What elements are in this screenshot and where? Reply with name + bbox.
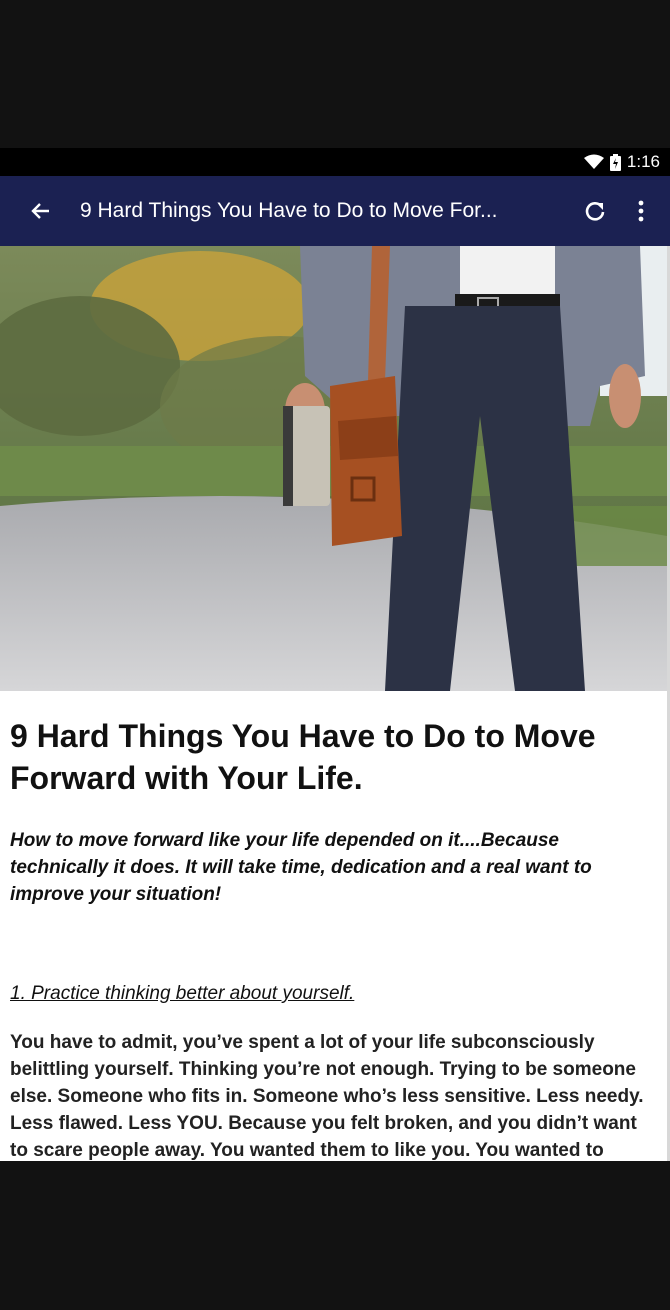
overflow-menu-button[interactable] bbox=[618, 176, 664, 246]
article-body: 9 Hard Things You Have to Do to Move For… bbox=[0, 715, 667, 1161]
app-bar: 9 Hard Things You Have to Do to Move For… bbox=[0, 176, 670, 246]
back-button[interactable] bbox=[0, 176, 80, 246]
status-bar: 1:16 bbox=[0, 148, 670, 176]
app-bar-title: 9 Hard Things You Have to Do to Move For… bbox=[80, 199, 498, 222]
bottom-letterbox bbox=[0, 1161, 670, 1310]
section-body-1: You have to admit, you’ve spent a lot of… bbox=[10, 1032, 644, 1161]
refresh-button[interactable] bbox=[572, 176, 618, 246]
article-webview[interactable]: 9 Hard Things You Have to Do to Move For… bbox=[0, 246, 667, 1161]
top-letterbox bbox=[0, 0, 670, 148]
article-title: 9 Hard Things You Have to Do to Move For… bbox=[10, 718, 596, 796]
refresh-icon bbox=[585, 202, 605, 221]
arrow-left-icon bbox=[31, 203, 49, 219]
clock: 1:16 bbox=[626, 152, 660, 171]
article-intro: How to move forward like your life depen… bbox=[10, 830, 592, 905]
more-vert-icon bbox=[638, 200, 644, 222]
section-heading-1: 1. Practice thinking better about yourse… bbox=[10, 983, 355, 1004]
battery-icon bbox=[609, 153, 621, 171]
wifi-icon bbox=[583, 154, 604, 169]
hero-image bbox=[0, 246, 667, 691]
